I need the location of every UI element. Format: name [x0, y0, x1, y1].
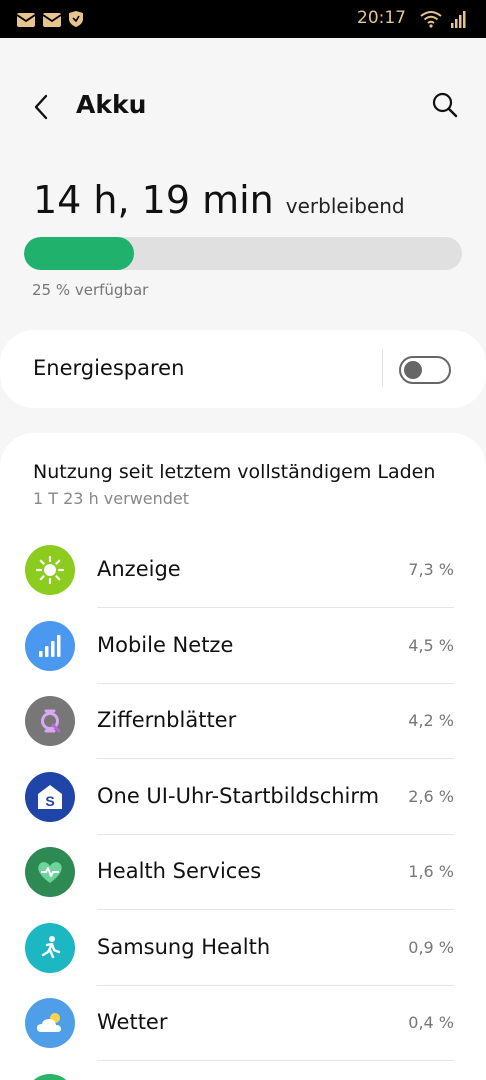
- app-usage-row[interactable]: Samsung Health 0,9 %: [0, 911, 486, 986]
- divider: [382, 350, 383, 386]
- app-usage-row[interactable]: Anzeige 7,3 %: [0, 533, 486, 608]
- app-name: One UI-Uhr-Startbildschirm: [97, 783, 380, 808]
- app-usage-percent: 7,3 %: [408, 560, 454, 579]
- app-usage-percent: 0,9 %: [408, 937, 454, 957]
- app-name: Health Services: [97, 859, 262, 883]
- app-name: Wetter: [97, 1010, 168, 1034]
- clock: 20:17: [357, 8, 406, 28]
- status-bar: 20:17: [0, 0, 486, 38]
- usage-title: Nutzung seit letztem vollständigem Laden: [33, 461, 436, 483]
- app-name: Ziffernblätter: [97, 708, 237, 732]
- app-name: Samsung Health: [97, 934, 271, 959]
- battery-level-bar: [24, 237, 462, 270]
- remaining-suffix: verbleibend: [285, 194, 405, 218]
- usage-card: Nutzung seit letztem vollständigem Laden…: [0, 433, 486, 1080]
- app-name: Anzeige: [97, 557, 181, 581]
- search-icon: [432, 92, 458, 118]
- signal-bars-icon: [25, 620, 75, 671]
- app-usage-row[interactable]: S One UI-Uhr-Startbildschirm 2,6 %: [0, 760, 486, 835]
- power-saving-label: Energiesparen: [33, 356, 185, 380]
- remaining-time: 14 h, 19 min: [33, 178, 274, 222]
- app-usage-percent: 4,2 %: [408, 711, 454, 730]
- mail-icon: [16, 13, 36, 27]
- back-button[interactable]: [28, 90, 56, 124]
- back-icon: [34, 94, 48, 120]
- signal-icon: [451, 11, 466, 28]
- app-usage-percent: 0,4 %: [408, 1013, 454, 1032]
- watch-face-icon: [25, 696, 75, 746]
- toggle-knob: [404, 361, 422, 379]
- svg-text:S: S: [45, 793, 54, 809]
- weather-icon: [25, 998, 75, 1048]
- wifi-icon: [420, 11, 442, 28]
- app-usage-row[interactable]: Wetter 0,4 %: [0, 986, 486, 1061]
- brightness-icon: [25, 545, 75, 595]
- battery-available-text: 25 % verfügbar: [32, 281, 149, 299]
- app-usage-percent: 1,6 %: [408, 862, 454, 881]
- usage-subtitle: 1 T 23 h verwendet: [33, 489, 190, 508]
- next-app-icon: [25, 1073, 75, 1080]
- mail-icon: [42, 13, 62, 27]
- home-s-icon: S: [25, 771, 75, 822]
- row-divider: [97, 1060, 454, 1061]
- runner-icon: [25, 922, 75, 973]
- app-usage-row[interactable]: Mobile Netze 4,5 %: [0, 609, 486, 684]
- app-usage-percent: 2,6 %: [408, 786, 454, 806]
- page-title: Akku: [76, 90, 147, 119]
- power-saving-toggle[interactable]: [399, 356, 451, 384]
- app-usage-row[interactable]: Ziffernblätter 4,2 %: [0, 684, 486, 759]
- heart-pulse-icon: [25, 847, 75, 897]
- system-icons: [420, 9, 466, 29]
- battery-remaining: 14 h, 19 min verbleibend: [33, 178, 405, 222]
- search-button[interactable]: [430, 90, 460, 120]
- shield-icon: [69, 11, 83, 27]
- app-header: Akku: [0, 70, 486, 140]
- battery-level-fill: [24, 237, 134, 270]
- notification-icons: [16, 10, 84, 28]
- app-usage-row[interactable]: Health Services 1,6 %: [0, 835, 486, 910]
- app-name: Mobile Netze: [97, 632, 234, 657]
- app-usage-percent: 4,5 %: [408, 635, 454, 655]
